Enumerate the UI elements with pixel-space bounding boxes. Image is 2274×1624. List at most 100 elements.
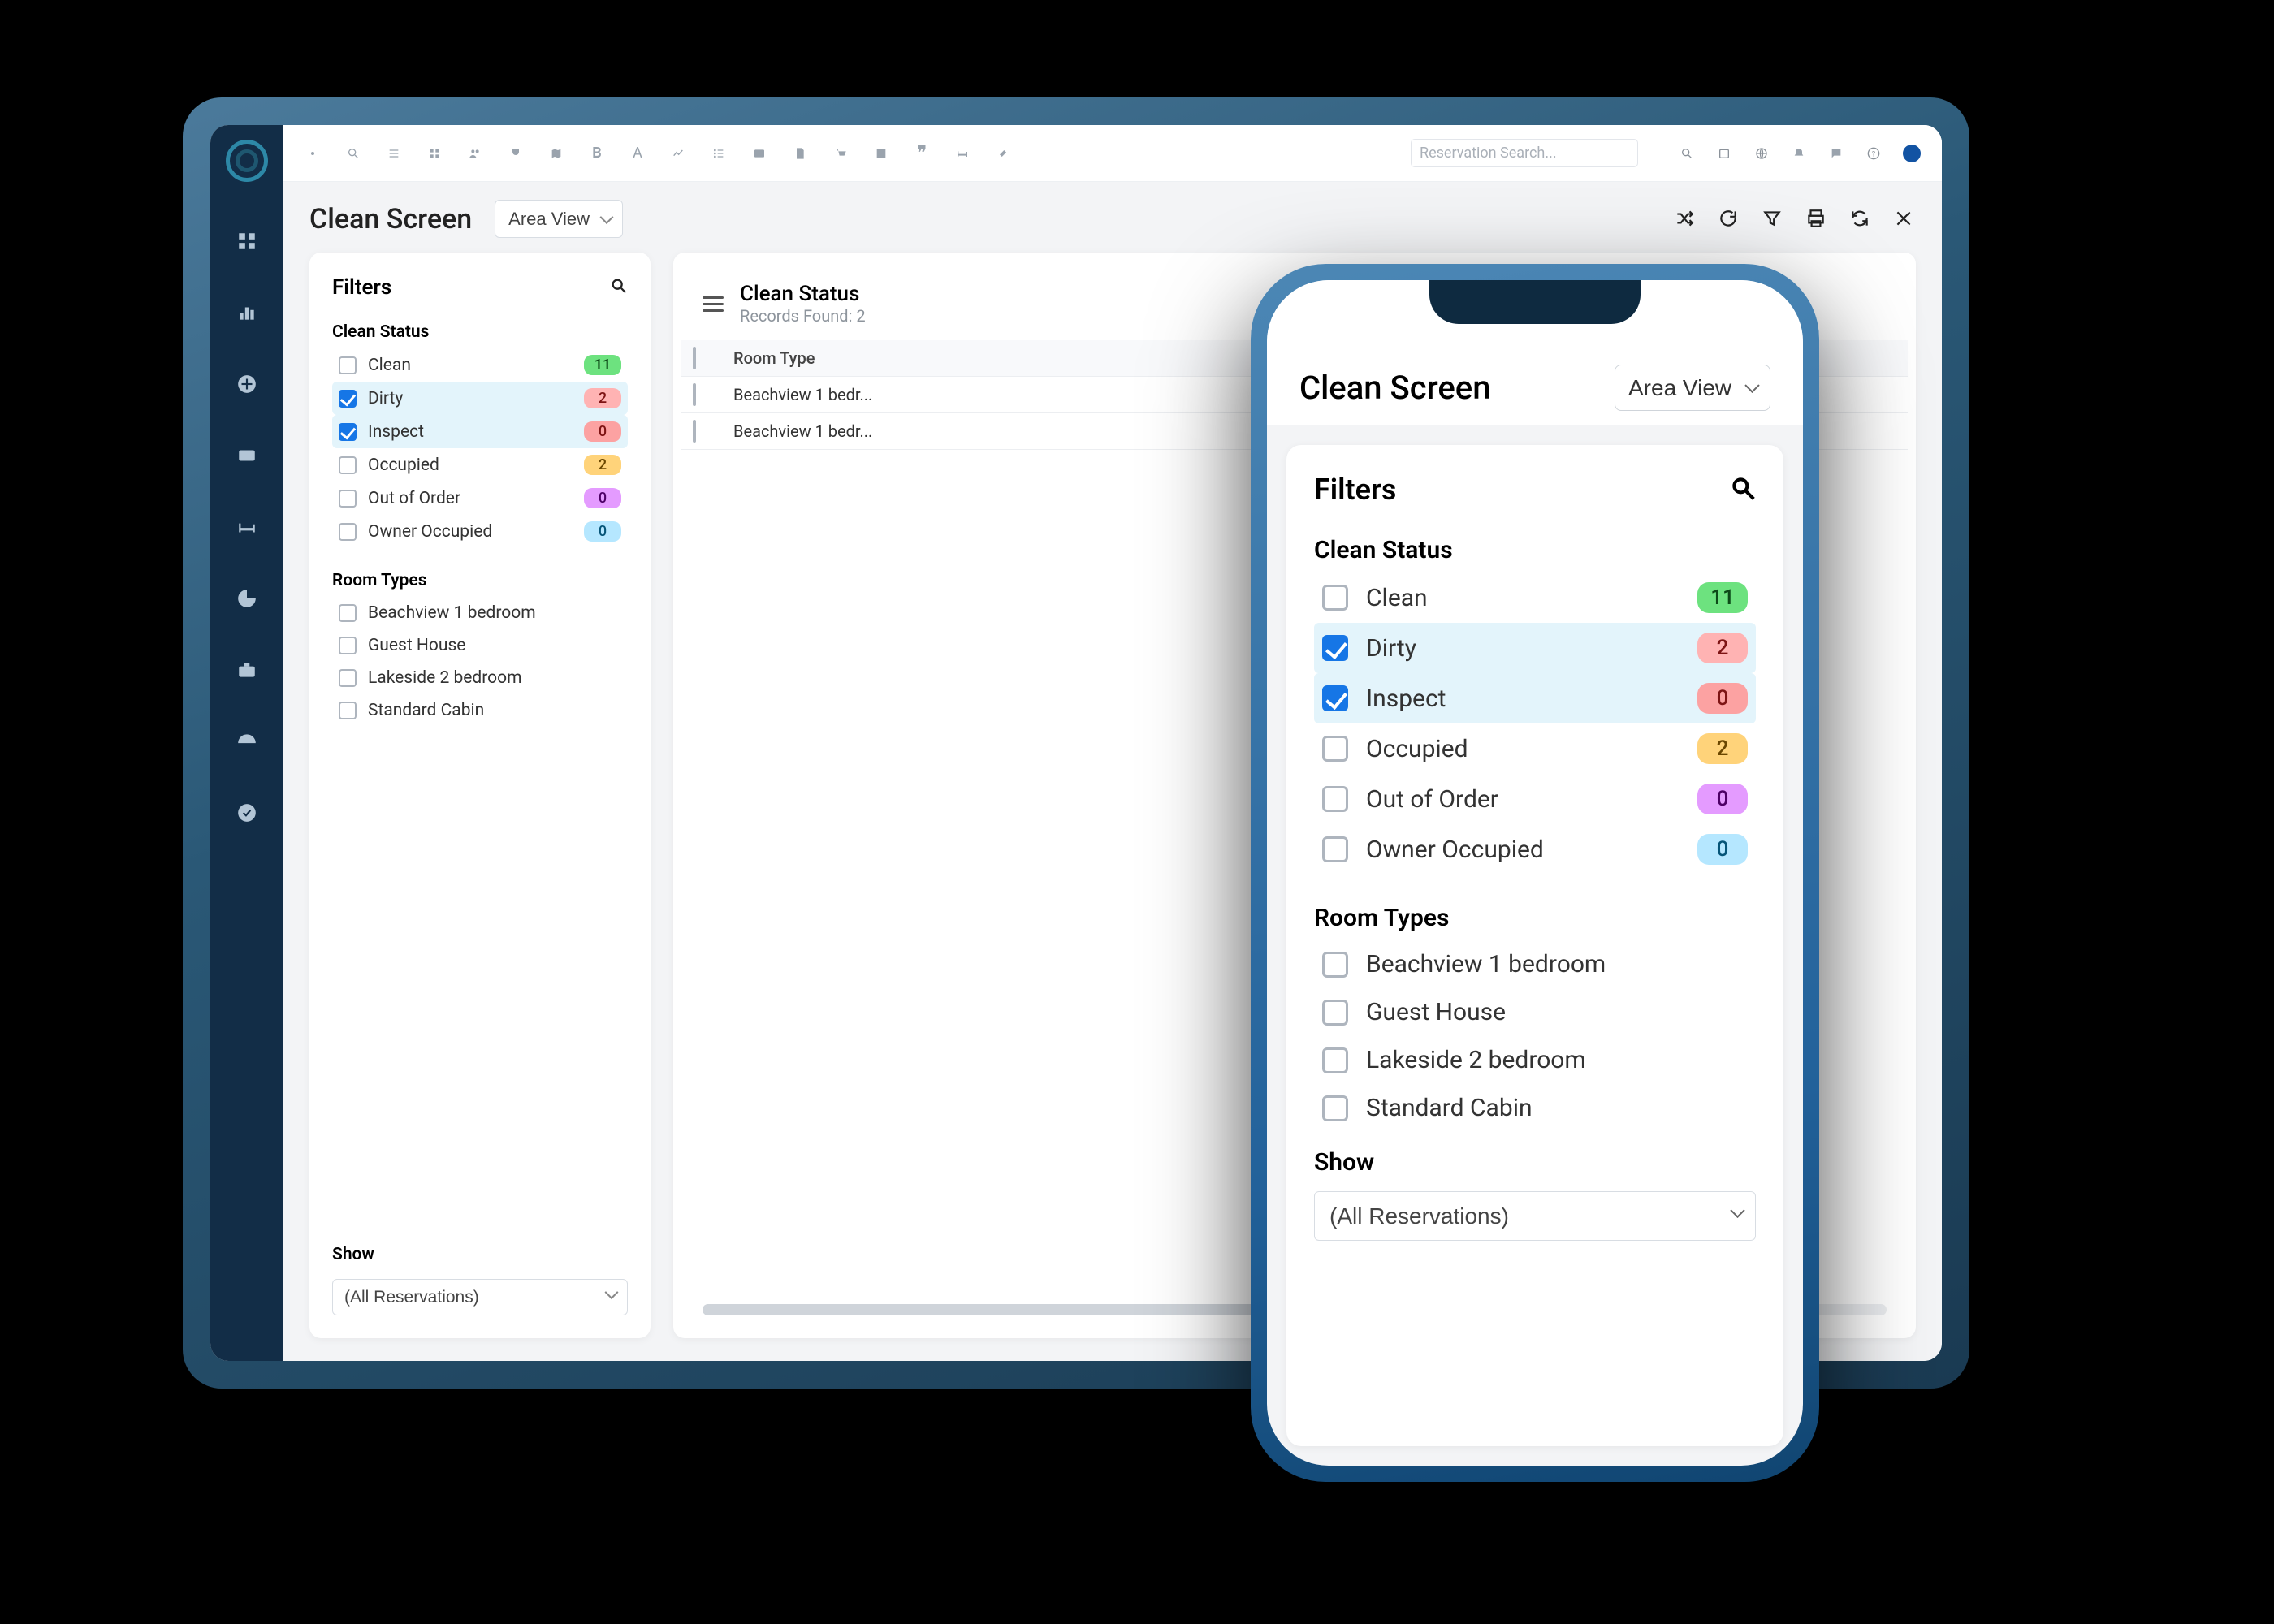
top-list-icon[interactable] [386,145,402,162]
nav-bed-icon[interactable] [235,515,259,539]
nav-chart-icon[interactable] [235,300,259,325]
top-a-icon[interactable]: A [629,145,646,162]
checkbox-icon[interactable] [339,356,357,374]
phone-status-owner-occupied[interactable]: Owner Occupied 0 [1314,824,1756,875]
filters-search-icon[interactable] [610,277,628,298]
top-cart-icon[interactable] [832,145,849,162]
status-dirty[interactable]: Dirty 2 [332,382,628,415]
rt-lakeside[interactable]: Lakeside 2 bedroom [332,662,628,694]
checkbox-icon[interactable] [339,637,357,654]
checkbox-icon[interactable] [1322,585,1348,611]
checkbox-icon[interactable] [339,523,357,541]
clean-status-label: Clean Status [332,322,628,342]
top-map-icon[interactable] [548,145,564,162]
calendar-icon[interactable] [1716,145,1732,162]
top-bullets-icon[interactable] [711,145,727,162]
top-report-icon[interactable] [873,145,889,162]
phone-status-clean[interactable]: Clean 11 [1314,572,1756,623]
globe-icon[interactable] [1753,145,1770,162]
checkbox-icon[interactable] [693,383,696,406]
phone-status-out-of-order[interactable]: Out of Order 0 [1314,774,1756,824]
status-inspect[interactable]: Inspect 0 [332,415,628,448]
top-bold-icon[interactable]: B [589,145,605,162]
hamburger-icon[interactable] [703,296,724,312]
bell-icon[interactable] [1791,145,1807,162]
nav-gauge-icon[interactable] [235,729,259,754]
top-grid-icon[interactable] [426,145,443,162]
status-owner-occupied[interactable]: Owner Occupied 0 [332,515,628,548]
phone-show-select[interactable]: (All Reservations) [1314,1191,1756,1241]
checkbox-icon[interactable] [1322,685,1348,711]
refresh-icon[interactable] [1849,208,1872,231]
checkbox-icon[interactable] [693,420,696,443]
nav-check-icon[interactable] [235,801,259,825]
phone-rt-lakeside[interactable]: Lakeside 2 bedroom [1314,1036,1756,1084]
print-icon[interactable] [1805,208,1828,231]
quick-search-icon[interactable] [1679,145,1695,162]
app-logo-icon[interactable] [226,140,268,182]
checkbox-icon[interactable] [339,702,357,719]
user-avatar-icon[interactable] [1903,145,1921,162]
top-bed-icon[interactable] [954,145,971,162]
nav-card-icon[interactable] [235,443,259,468]
top-quote-icon[interactable]: ❞ [914,145,930,162]
phone-show-select-wrap[interactable]: (All Reservations) [1314,1185,1756,1241]
nav-add-icon[interactable] [235,372,259,396]
reservation-search-input[interactable]: Reservation Search... [1411,139,1638,167]
checkbox-icon[interactable] [1322,952,1348,978]
checkbox-icon[interactable] [339,669,357,687]
status-clean[interactable]: Clean 11 [332,348,628,382]
top-search-icon[interactable] [345,145,361,162]
checkbox-icon[interactable] [339,423,357,441]
reload-icon[interactable] [1718,208,1740,231]
view-select[interactable]: Area View [495,200,623,238]
checkbox-icon[interactable] [1322,1047,1348,1073]
nav-briefcase-icon[interactable] [235,658,259,682]
phone-status-occupied[interactable]: Occupied 2 [1314,723,1756,774]
rt-guest-house[interactable]: Guest House [332,629,628,662]
top-trophy-icon[interactable] [508,145,524,162]
phone-status-inspect[interactable]: Inspect 0 [1314,673,1756,723]
header-checkbox[interactable] [681,340,722,377]
phone-view-select[interactable]: Area View [1615,365,1770,411]
top-file-icon[interactable] [792,145,808,162]
top-image-icon[interactable] [751,145,767,162]
phone-rt-beachview[interactable]: Beachview 1 bedroom [1314,940,1756,988]
rt-standard-cabin[interactable]: Standard Cabin [332,694,628,727]
checkbox-icon[interactable] [1322,786,1348,812]
status-occupied[interactable]: Occupied 2 [332,448,628,482]
checkbox-icon[interactable] [339,390,357,408]
top-people-icon[interactable] [467,145,483,162]
checkbox-icon[interactable] [1322,736,1348,762]
phone-filters-search-icon[interactable] [1730,475,1756,504]
checkbox-icon[interactable] [1322,836,1348,862]
phone-status-dirty[interactable]: Dirty 2 [1314,623,1756,673]
phone-rt-standard-cabin[interactable]: Standard Cabin [1314,1084,1756,1132]
shuffle-icon[interactable] [1674,208,1697,231]
top-tool-icon[interactable] [995,145,1011,162]
checkbox-icon[interactable] [1322,1095,1348,1121]
show-select-wrap[interactable]: (All Reservations) [332,1272,628,1315]
top-settings-icon[interactable] [305,145,321,162]
help-icon[interactable]: ? [1865,145,1882,162]
chat-icon[interactable] [1828,145,1844,162]
top-trend-icon[interactable] [670,145,686,162]
show-select[interactable]: (All Reservations) [332,1279,628,1315]
phone-rt-guest-house[interactable]: Guest House [1314,988,1756,1036]
checkbox-icon[interactable] [1322,635,1348,661]
phone-filters-panel: Filters Clean Status Clean 11 Dirty 2 In… [1286,445,1783,1446]
close-icon[interactable] [1893,208,1916,231]
status-out-of-order[interactable]: Out of Order 0 [332,482,628,515]
rt-beachview[interactable]: Beachview 1 bedroom [332,597,628,629]
checkbox-icon[interactable] [339,604,357,622]
view-select-wrap[interactable]: Area View [495,200,623,238]
nav-grid-icon[interactable] [235,229,259,253]
checkbox-icon[interactable] [1322,1000,1348,1026]
filter-icon[interactable] [1762,208,1784,231]
checkbox-icon[interactable] [693,347,696,369]
phone-view-select-wrap[interactable]: Area View [1615,365,1770,411]
checkbox-icon[interactable] [339,490,357,508]
header-room-type[interactable]: Room Type [722,340,1296,377]
checkbox-icon[interactable] [339,456,357,474]
nav-pie-icon[interactable] [235,586,259,611]
